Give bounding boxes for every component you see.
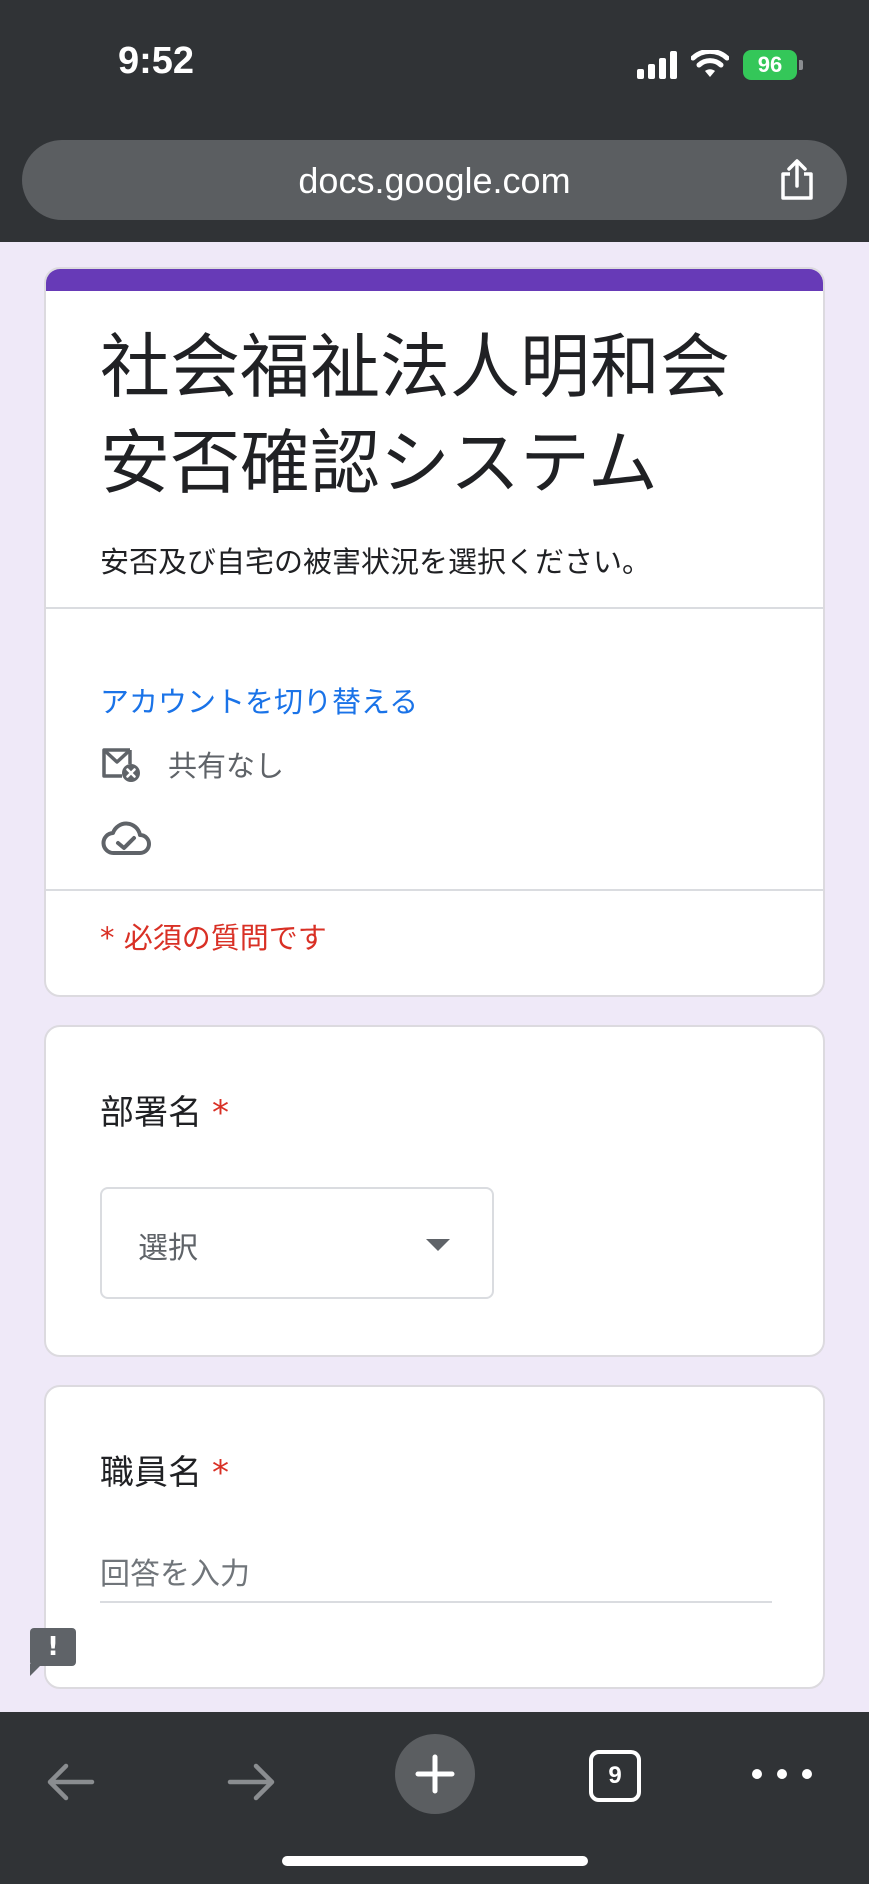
status-icons: 96 bbox=[637, 48, 803, 82]
dropdown-selected-value: 選択 bbox=[138, 1231, 198, 1266]
more-dot bbox=[802, 1769, 812, 1779]
department-dropdown[interactable]: 選択 bbox=[100, 1187, 494, 1299]
url-text: docs.google.com bbox=[298, 160, 571, 201]
feedback-button[interactable]: ! bbox=[30, 1628, 76, 1676]
question-card-staff-name: 職員名 * bbox=[44, 1385, 825, 1689]
signal-icon bbox=[637, 51, 677, 79]
home-indicator bbox=[282, 1856, 588, 1866]
form-accent-bar bbox=[46, 269, 823, 291]
staff-name-input[interactable] bbox=[100, 1547, 772, 1603]
cloud-saved-icon bbox=[101, 821, 151, 855]
question-label: 部署名 * bbox=[100, 1085, 229, 1134]
mail-not-shared-icon bbox=[102, 748, 140, 782]
question-label: 職員名 * bbox=[100, 1445, 229, 1494]
form-header-card: 社会福祉法人明和会安否確認システム 安否及び自宅の被害状況を選択ください。 アカ… bbox=[44, 267, 825, 997]
share-status-text: 共有なし bbox=[168, 749, 285, 783]
forward-button[interactable] bbox=[222, 1752, 282, 1812]
required-asterisk: * bbox=[212, 1093, 229, 1133]
more-dot bbox=[752, 1769, 762, 1779]
question-title: 部署名 bbox=[100, 1093, 202, 1133]
battery-level: 96 bbox=[757, 52, 783, 77]
question-card-department: 部署名 * 選択 bbox=[44, 1025, 825, 1357]
form-description: 安否及び自宅の被害状況を選択ください。 bbox=[100, 545, 652, 579]
more-dot bbox=[777, 1769, 787, 1779]
dropdown-arrow-icon bbox=[426, 1239, 450, 1251]
status-time: 9:52 bbox=[118, 40, 195, 82]
forward-arrow-icon bbox=[227, 1763, 275, 1801]
back-arrow-icon bbox=[47, 1763, 95, 1801]
switch-account-link[interactable]: アカウントを切り替える bbox=[100, 679, 418, 721]
question-title: 職員名 bbox=[100, 1453, 202, 1493]
share-status-row: 共有なし bbox=[100, 743, 284, 785]
divider bbox=[46, 889, 823, 891]
required-asterisk: * bbox=[212, 1453, 229, 1493]
browser-top-bar: 9:52 96 docs.google.com bbox=[0, 0, 869, 242]
battery-icon: 96 bbox=[743, 50, 803, 80]
plus-icon bbox=[415, 1754, 455, 1794]
share-icon[interactable] bbox=[777, 158, 817, 202]
new-tab-button[interactable] bbox=[395, 1734, 475, 1814]
required-note: * 必須の質問です bbox=[100, 921, 327, 955]
divider bbox=[46, 607, 823, 609]
more-button[interactable] bbox=[752, 1752, 812, 1796]
back-button[interactable] bbox=[40, 1752, 100, 1812]
tab-count: 9 bbox=[608, 1762, 622, 1789]
address-bar[interactable]: docs.google.com bbox=[22, 140, 847, 220]
wifi-icon bbox=[691, 50, 729, 77]
browser-bottom-toolbar: 9 bbox=[0, 1712, 869, 1884]
tabs-button[interactable]: 9 bbox=[589, 1750, 641, 1802]
form-title: 社会福祉法人明和会安否確認システム bbox=[100, 326, 730, 504]
